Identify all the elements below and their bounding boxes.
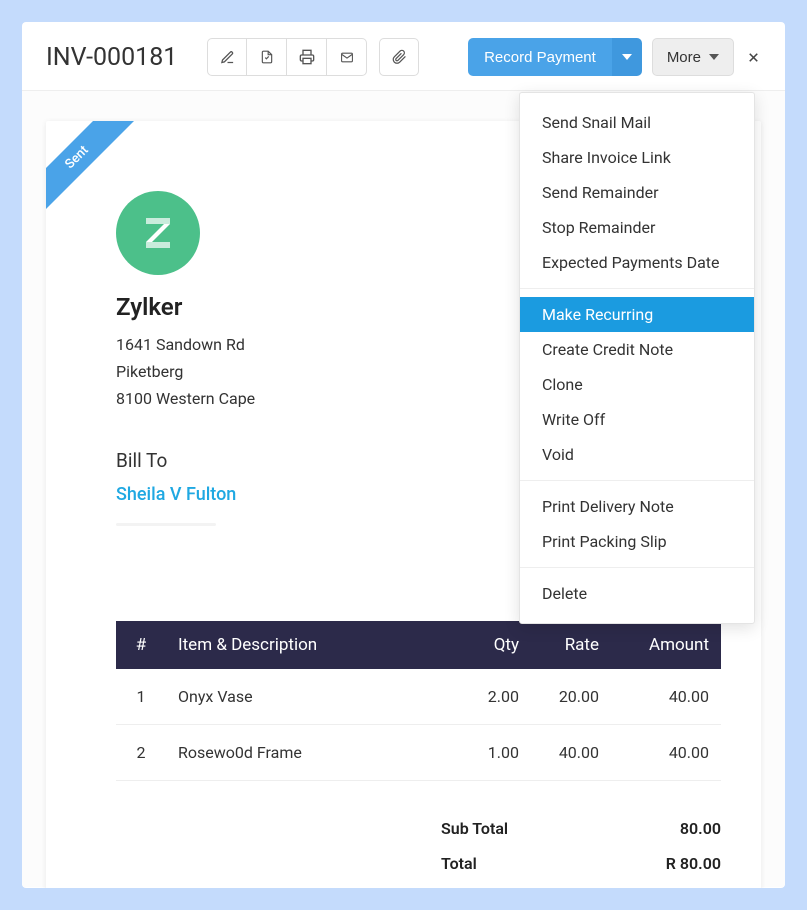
items-table: # Item & Description Qty Rate Amount 1 O… xyxy=(116,621,721,781)
table-row: 1 Onyx Vase 2.00 20.00 40.00 xyxy=(116,669,721,725)
cell-rate: 20.00 xyxy=(531,669,611,725)
col-rate: Rate xyxy=(531,621,611,669)
dropdown-item[interactable]: Stop Remainder xyxy=(520,210,754,245)
company-logo xyxy=(116,191,200,275)
dropdown-item[interactable]: Send Snail Mail xyxy=(520,105,754,140)
paperclip-icon xyxy=(392,49,407,65)
print-button[interactable] xyxy=(287,38,327,76)
dropdown-item[interactable]: Make Recurring xyxy=(520,297,754,332)
cell-amount: 40.00 xyxy=(611,669,721,725)
caret-down-icon xyxy=(622,54,632,60)
totals-block: Sub Total 80.00 Total R 80.00 Balance Du… xyxy=(441,811,721,888)
caret-down-icon xyxy=(709,54,719,60)
dropdown-item[interactable]: Create Credit Note xyxy=(520,332,754,367)
cell-rate: 40.00 xyxy=(531,724,611,780)
dropdown-item[interactable]: Share Invoice Link xyxy=(520,140,754,175)
pdf-button[interactable] xyxy=(247,38,287,76)
print-icon xyxy=(299,49,315,65)
dropdown-item[interactable]: Delete xyxy=(520,576,754,611)
dropdown-separator xyxy=(520,288,754,289)
total-value: R 80.00 xyxy=(666,854,721,873)
record-payment-dropdown[interactable] xyxy=(612,38,642,76)
dropdown-item[interactable]: Print Delivery Note xyxy=(520,489,754,524)
more-label: More xyxy=(667,49,701,66)
cell-qty: 2.00 xyxy=(461,669,531,725)
cell-num: 2 xyxy=(116,724,166,780)
cell-num: 1 xyxy=(116,669,166,725)
dropdown-separator xyxy=(520,480,754,481)
col-amount: Amount xyxy=(611,621,721,669)
toolbar-group xyxy=(207,38,367,76)
cell-amount: 40.00 xyxy=(611,724,721,780)
dropdown-item[interactable]: Expected Payments Date xyxy=(520,245,754,280)
col-qty: Qty xyxy=(461,621,531,669)
attach-button[interactable] xyxy=(379,38,419,76)
cell-item: Onyx Vase xyxy=(166,669,461,725)
invoice-number: INV-000181 xyxy=(46,43,177,72)
record-payment-button[interactable]: Record Payment xyxy=(468,38,612,76)
total-label: Total xyxy=(441,854,477,873)
table-row: 2 Rosewo0d Frame 1.00 40.00 40.00 xyxy=(116,724,721,780)
col-num: # xyxy=(116,621,166,669)
subtotal-label: Sub Total xyxy=(441,819,508,838)
dropdown-separator xyxy=(520,567,754,568)
col-item: Item & Description xyxy=(166,621,461,669)
cell-item: Rosewo0d Frame xyxy=(166,724,461,780)
dropdown-item[interactable]: Void xyxy=(520,437,754,472)
edit-button[interactable] xyxy=(207,38,247,76)
pencil-icon xyxy=(220,50,235,65)
more-button[interactable]: More xyxy=(652,38,734,76)
dropdown-item[interactable]: Send Remainder xyxy=(520,175,754,210)
mail-button[interactable] xyxy=(327,38,367,76)
close-button[interactable] xyxy=(746,50,761,65)
dropdown-item[interactable]: Write Off xyxy=(520,402,754,437)
underline-decoration xyxy=(116,523,216,526)
cell-qty: 1.00 xyxy=(461,724,531,780)
dropdown-item[interactable]: Clone xyxy=(520,367,754,402)
close-icon xyxy=(746,50,761,65)
subtotal-value: 80.00 xyxy=(680,819,721,838)
more-dropdown: Send Snail MailShare Invoice LinkSend Re… xyxy=(519,92,755,624)
bill-to-name: Sheila V Fulton xyxy=(116,484,236,505)
bill-to-label: Bill To xyxy=(116,449,236,472)
dropdown-item[interactable]: Print Packing Slip xyxy=(520,524,754,559)
pdf-icon xyxy=(260,49,274,65)
mail-icon xyxy=(339,51,355,64)
